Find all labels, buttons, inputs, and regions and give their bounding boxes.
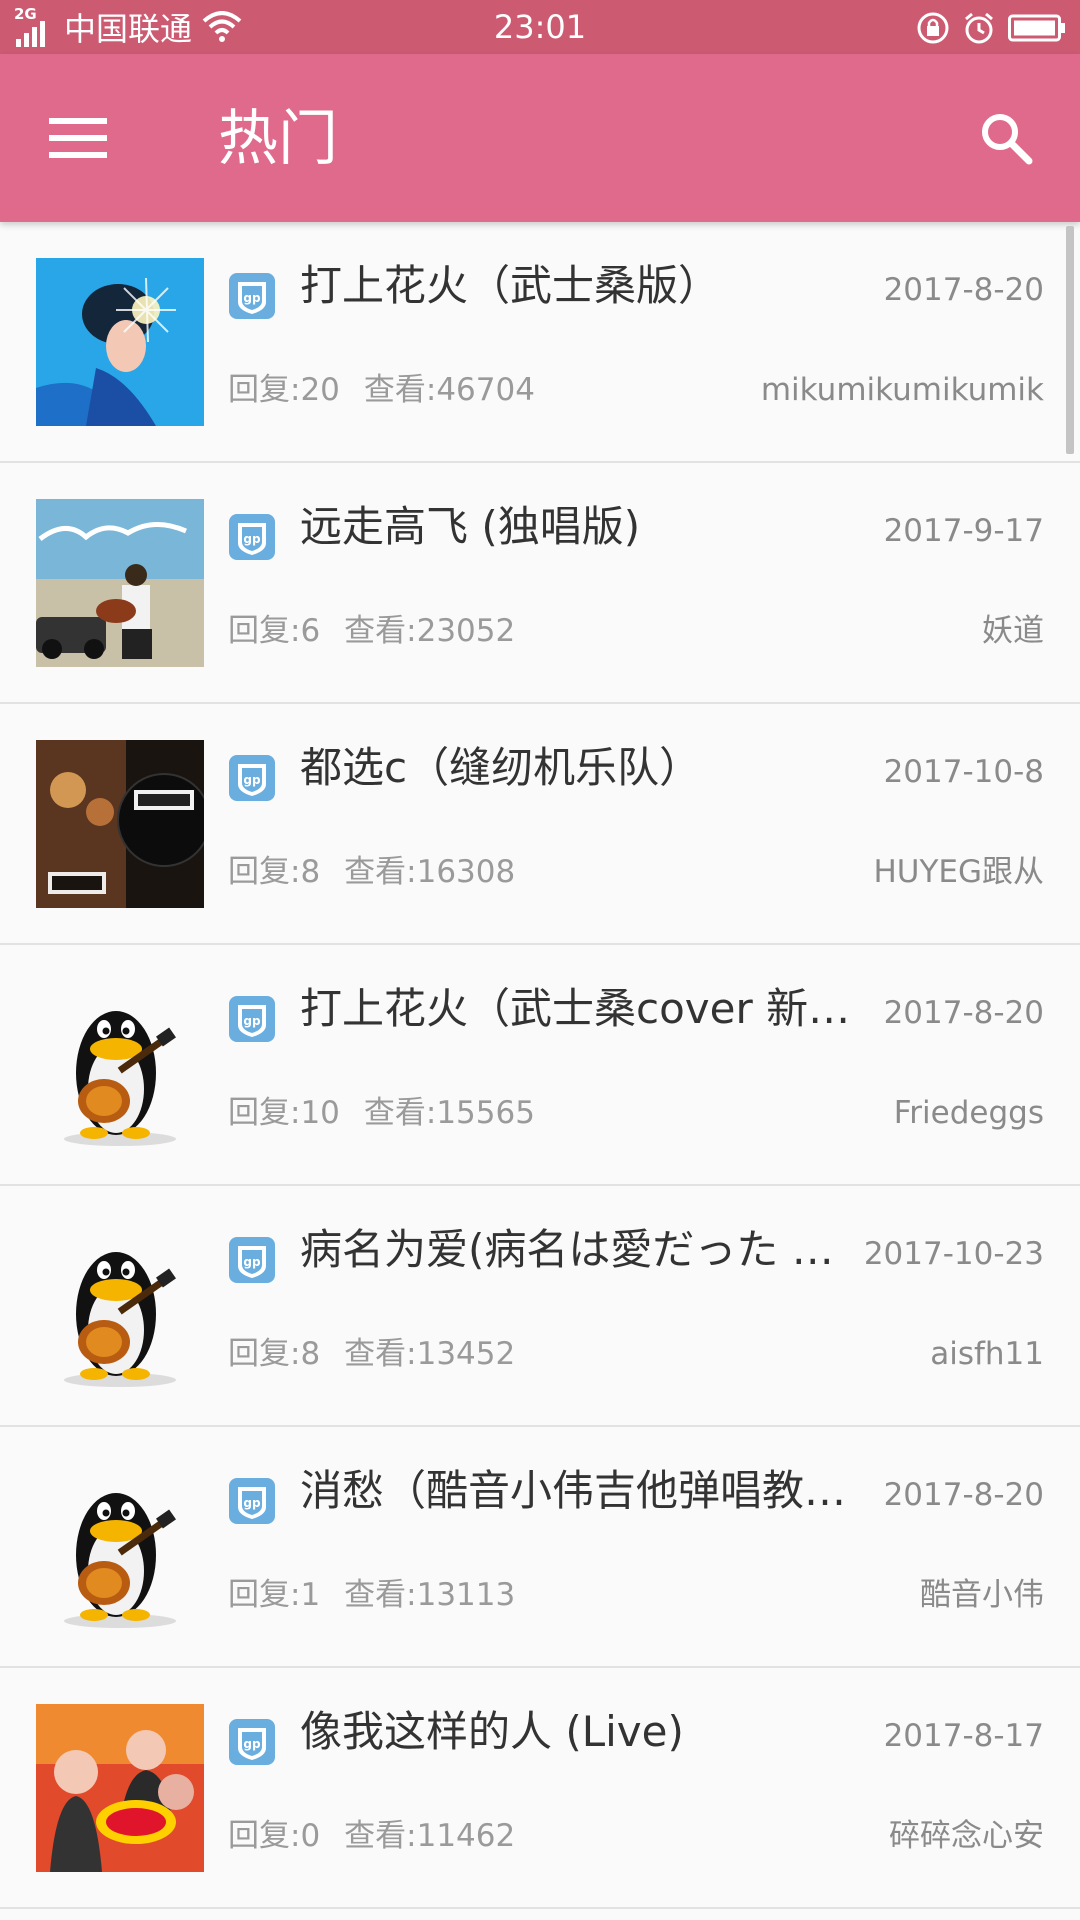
reply-count: 回复:8	[228, 1336, 321, 1372]
hamburger-menu-icon	[49, 118, 107, 158]
post-title: 像我这样的人 (Live)	[300, 1707, 684, 1756]
reply-count: 回复:6	[228, 613, 321, 649]
post-title: 打上花火（武士桑版）	[300, 261, 721, 310]
reply-count: 回复:10	[228, 1095, 340, 1131]
post-date: 2017-9-17	[883, 513, 1044, 549]
album-art-band	[36, 740, 204, 908]
list-item[interactable]: gp 远走高飞 (独唱版) 2017-9-17 回复:6 查看:23052 妖道	[0, 463, 1080, 704]
post-author: 酷音小伟	[920, 1577, 1044, 1613]
post-date: 2017-10-23	[863, 1236, 1044, 1272]
post-date: 2017-10-8	[883, 754, 1044, 790]
reply-count: 回复:8	[228, 854, 321, 890]
post-title: 打上花火（武士桑cover 新…	[300, 984, 851, 1033]
alarm-icon	[965, 12, 993, 44]
list-item[interactable]: gp 打上花火（武士桑cover 新… 2017-8-20 回复:10 查看:1…	[0, 945, 1080, 1186]
rotation-lock-icon	[917, 12, 949, 44]
scrollbar[interactable]	[1066, 226, 1074, 454]
album-art-blue	[36, 258, 204, 426]
svg-text:gp: gp	[243, 1496, 261, 1510]
search-button[interactable]	[968, 100, 1044, 176]
battery-icon	[1008, 14, 1065, 42]
post-author: Friedeggs	[893, 1095, 1044, 1131]
penguin-guitar-avatar	[36, 1463, 204, 1631]
svg-text:gp: gp	[243, 532, 261, 546]
gp-tab-icon: gp	[229, 1237, 275, 1283]
status-right	[904, 8, 1066, 48]
post-date: 2017-8-20	[883, 272, 1044, 308]
post-date: 2017-8-17	[883, 1718, 1044, 1754]
post-author: 碎碎念心安	[889, 1818, 1044, 1854]
post-stats: 回复:1 查看:13113	[228, 1575, 515, 1615]
svg-text:gp: gp	[243, 773, 261, 787]
post-list: gp 打上花火（武士桑版） 2017-8-20 回复:20 查看:46704 m…	[0, 222, 1080, 1909]
list-item[interactable]: gp 都选c（缝纫机乐队） 2017-10-8 回复:8 查看:16308 HU…	[0, 704, 1080, 945]
post-author: aisfh11	[930, 1336, 1044, 1372]
app-bar: 热门	[0, 54, 1080, 222]
gp-tab-icon: gp	[229, 514, 275, 560]
gp-tab-icon: gp	[229, 1719, 275, 1765]
album-art-live-show	[36, 1704, 204, 1872]
view-count: 查看:23052	[344, 613, 516, 649]
post-title: 消愁（酷音小伟吉他弹唱教…	[300, 1466, 847, 1515]
view-count: 查看:46704	[363, 372, 535, 408]
svg-text:gp: gp	[243, 1737, 261, 1751]
svg-text:gp: gp	[243, 1014, 261, 1028]
post-author: 妖道	[982, 613, 1044, 649]
post-stats: 回复:0 查看:11462	[228, 1816, 515, 1856]
view-count: 查看:13113	[344, 1577, 516, 1613]
penguin-guitar-avatar	[36, 981, 204, 1149]
post-stats: 回复:10 查看:15565	[228, 1093, 535, 1133]
gp-tab-icon: gp	[229, 996, 275, 1042]
reply-count: 回复:1	[228, 1577, 321, 1613]
list-item[interactable]: gp 打上花火（武士桑版） 2017-8-20 回复:20 查看:46704 m…	[0, 222, 1080, 463]
list-item[interactable]: gp 像我这样的人 (Live) 2017-8-17 回复:0 查看:11462…	[0, 1668, 1080, 1909]
penguin-guitar-avatar	[36, 1222, 204, 1390]
view-count: 查看:16308	[344, 854, 516, 890]
status-bar: 2G 中国联通 23:01	[0, 0, 1080, 54]
view-count: 查看:11462	[344, 1818, 516, 1854]
post-author: mikumikumikumik	[760, 372, 1044, 408]
post-title: 病名为爱(病名は愛だった …	[300, 1225, 834, 1274]
post-stats: 回复:8 查看:16308	[228, 852, 515, 892]
menu-button[interactable]	[40, 100, 116, 176]
gp-tab-icon: gp	[229, 1478, 275, 1524]
reply-count: 回复:20	[228, 372, 340, 408]
svg-text:gp: gp	[243, 1255, 261, 1269]
list-item[interactable]: gp 消愁（酷音小伟吉他弹唱教… 2017-8-20 回复:1 查看:13113…	[0, 1427, 1080, 1668]
view-count: 查看:15565	[363, 1095, 535, 1131]
post-author: HUYEG跟从	[873, 854, 1044, 890]
reply-count: 回复:0	[228, 1818, 321, 1854]
list-item[interactable]: gp 病名为爱(病名は愛だった … 2017-10-23 回复:8 查看:134…	[0, 1186, 1080, 1427]
post-date: 2017-8-20	[883, 995, 1044, 1031]
post-date: 2017-8-20	[883, 1477, 1044, 1513]
post-stats: 回复:20 查看:46704	[228, 370, 535, 410]
post-stats: 回复:6 查看:23052	[228, 611, 515, 651]
page-title: 热门	[218, 104, 338, 174]
view-count: 查看:13452	[344, 1336, 516, 1372]
gp-tab-icon: gp	[229, 273, 275, 319]
post-stats: 回复:8 查看:13452	[228, 1334, 515, 1374]
post-title: 远走高飞 (独唱版)	[300, 502, 641, 551]
search-icon	[982, 114, 1033, 165]
post-title: 都选c（缝纫机乐队）	[300, 743, 702, 792]
album-art-guitarist	[36, 499, 204, 667]
gp-tab-icon: gp	[229, 755, 275, 801]
svg-text:gp: gp	[243, 291, 261, 305]
